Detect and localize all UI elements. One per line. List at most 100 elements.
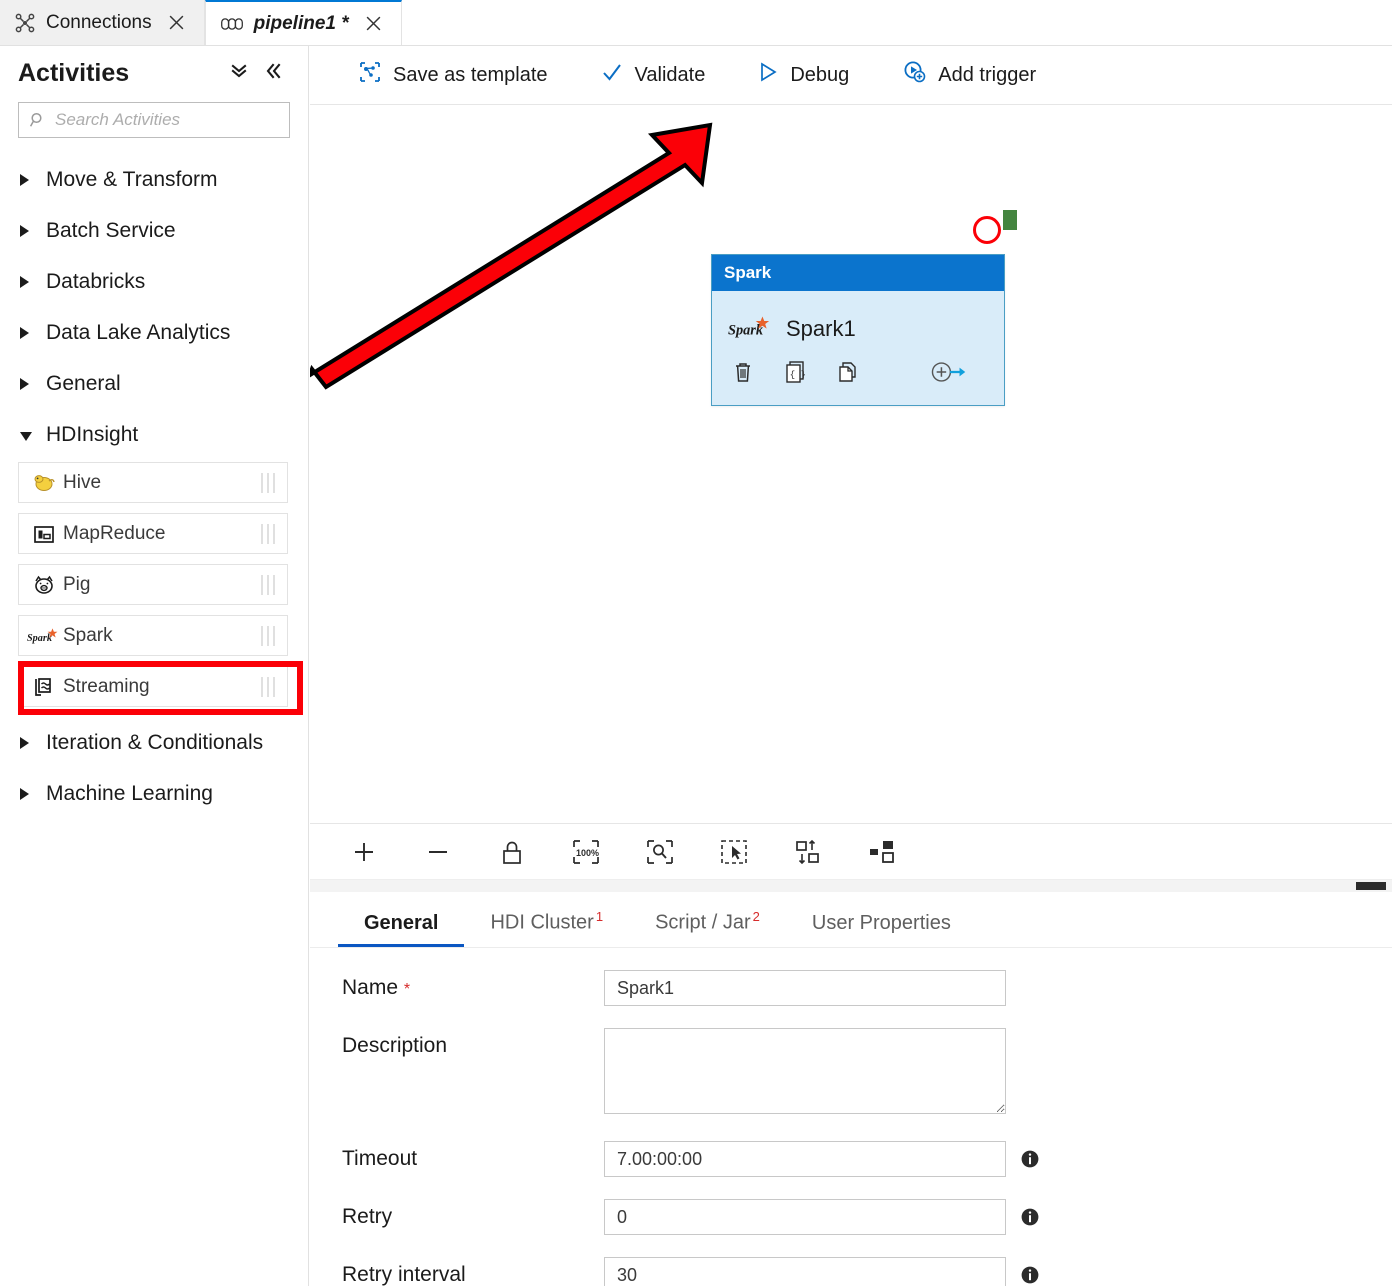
mapreduce-icon [25, 523, 63, 545]
form-row-name: Name * [342, 970, 1392, 1006]
description-label: Description [342, 1034, 448, 1057]
tree-group-hdinsight[interactable]: HDInsight [0, 409, 308, 460]
tab-script-jar[interactable]: Script / Jar 2 [629, 909, 786, 947]
editor-tab-strip: Connections pipeline1 * [0, 0, 1392, 46]
zoom-to-fit-button[interactable] [642, 834, 678, 870]
timeout-input[interactable] [604, 1141, 1006, 1177]
azure-data-factory-pipeline-editor: Connections pipeline1 * Activities Searc… [0, 0, 1392, 1286]
debug-button[interactable]: Debug [757, 61, 849, 89]
tree-group-machine-learning[interactable]: Machine Learning [0, 768, 308, 819]
tab-connections-label: Connections [46, 11, 152, 33]
pipeline-canvas[interactable]: Spark Spark Spark1 {} [310, 105, 1392, 823]
trash-icon[interactable] [730, 359, 756, 385]
tree-group-label: HDInsight [46, 422, 139, 446]
info-icon[interactable] [1020, 1265, 1040, 1285]
tree-group-batch-service[interactable]: Batch Service [0, 205, 308, 256]
node-action-bar: { } [728, 355, 988, 395]
retry-interval-label: Retry interval [342, 1263, 466, 1286]
description-input[interactable] [604, 1028, 1006, 1114]
activities-tree: Move & Transform Batch Service Databrick… [0, 154, 308, 819]
add-trigger-button[interactable]: Add trigger [901, 59, 1036, 91]
tab-hdi-cluster[interactable]: HDI Cluster 1 [464, 909, 629, 947]
node-type-label: Spark [724, 263, 772, 282]
tree-group-databricks[interactable]: Databricks [0, 256, 308, 307]
activity-item-pig[interactable]: Pig [18, 564, 288, 605]
pig-icon [25, 574, 63, 596]
zoom-out-button[interactable] [420, 834, 456, 870]
activity-item-mapreduce[interactable]: MapReduce [18, 513, 288, 554]
auto-align-button[interactable] [790, 834, 826, 870]
tab-pipeline1[interactable]: pipeline1 * [204, 0, 402, 45]
timeout-field-wrap [604, 1141, 1006, 1177]
name-input[interactable] [604, 970, 1006, 1006]
annotation-rectangle-spark [18, 661, 303, 715]
search-icon [29, 111, 47, 129]
annotation-circle [973, 216, 1001, 244]
svg-text:Spark: Spark [728, 322, 764, 338]
close-icon[interactable] [363, 13, 385, 35]
double-chevron-left-icon [263, 61, 283, 86]
checkmark-icon [600, 60, 624, 90]
select-tool-button[interactable] [716, 834, 752, 870]
tree-group-label: Machine Learning [46, 781, 213, 805]
drag-handle-icon[interactable] [261, 574, 275, 595]
tree-group-general[interactable]: General [0, 358, 308, 409]
add-output-arrow-icon[interactable] [930, 359, 970, 385]
activity-item-spark[interactable]: Spark Spark [18, 615, 288, 656]
search-input[interactable] [55, 110, 289, 130]
tab-general[interactable]: General [338, 912, 465, 947]
tree-group-data-lake-analytics[interactable]: Data Lake Analytics [0, 307, 308, 358]
svg-text:{ }: { } [790, 370, 806, 380]
form-row-retry: Retry [342, 1199, 1392, 1235]
horizontal-scrollbar[interactable] [310, 880, 1392, 892]
chevron-right-icon [20, 173, 46, 186]
pipeline-node-spark1[interactable]: Spark Spark Spark1 {} [711, 254, 1005, 406]
node-output-port[interactable] [1003, 210, 1017, 230]
collapse-all-button[interactable] [222, 58, 256, 88]
svg-text:Spark: Spark [27, 633, 53, 644]
info-icon[interactable] [1020, 1207, 1040, 1227]
chevron-right-icon [20, 224, 46, 237]
activity-label: Pig [63, 573, 91, 595]
close-icon[interactable] [166, 12, 188, 34]
chevron-right-icon [20, 275, 46, 288]
search-wrapper [0, 102, 308, 138]
add-trigger-icon [901, 59, 927, 91]
annotation-arrow [310, 122, 713, 390]
chevron-down-icon [20, 429, 46, 441]
lock-canvas-button[interactable] [494, 834, 530, 870]
tab-connections[interactable]: Connections [0, 0, 205, 45]
play-icon [757, 61, 779, 89]
code-braces-icon[interactable]: { } [782, 359, 808, 385]
tab-script-jar-badge: 2 [752, 909, 760, 925]
node-header: Spark [712, 255, 1004, 291]
save-as-template-button[interactable]: Save as template [358, 60, 548, 90]
tab-user-properties[interactable]: User Properties [786, 912, 977, 947]
tab-pipeline1-label: pipeline1 * [253, 12, 349, 34]
tree-group-label: Iteration & Conditionals [46, 730, 264, 754]
name-field-wrap [604, 970, 1006, 1006]
pipeline-toolbar: Save as template Validate Debug Add trig… [310, 46, 1392, 105]
auto-layout-button[interactable] [864, 834, 900, 870]
scrollbar-thumb[interactable] [1356, 882, 1386, 890]
activity-label: Hive [63, 471, 102, 493]
zoom-in-button[interactable] [346, 834, 382, 870]
validate-button[interactable]: Validate [600, 60, 705, 90]
info-icon[interactable] [1020, 1149, 1040, 1169]
drag-handle-icon[interactable] [261, 523, 275, 544]
retry-input[interactable] [604, 1199, 1006, 1235]
spark-icon: Spark [25, 626, 63, 646]
zoom-100-button[interactable]: 100% [568, 834, 604, 870]
double-chevron-down-icon [229, 61, 249, 86]
drag-handle-icon[interactable] [261, 472, 275, 493]
copy-icon[interactable] [834, 359, 860, 385]
search-box[interactable] [18, 102, 290, 138]
tree-group-iteration-conditionals[interactable]: Iteration & Conditionals [0, 717, 308, 768]
collapse-panel-button[interactable] [256, 58, 290, 88]
activity-item-hive[interactable]: Hive [18, 462, 288, 503]
tab-hdi-cluster-badge: 1 [595, 909, 604, 925]
tab-hdi-cluster-label: HDI Cluster [490, 912, 594, 934]
tree-group-move-transform[interactable]: Move & Transform [0, 154, 308, 205]
drag-handle-icon[interactable] [261, 625, 275, 646]
retry-interval-input[interactable] [604, 1257, 1006, 1286]
